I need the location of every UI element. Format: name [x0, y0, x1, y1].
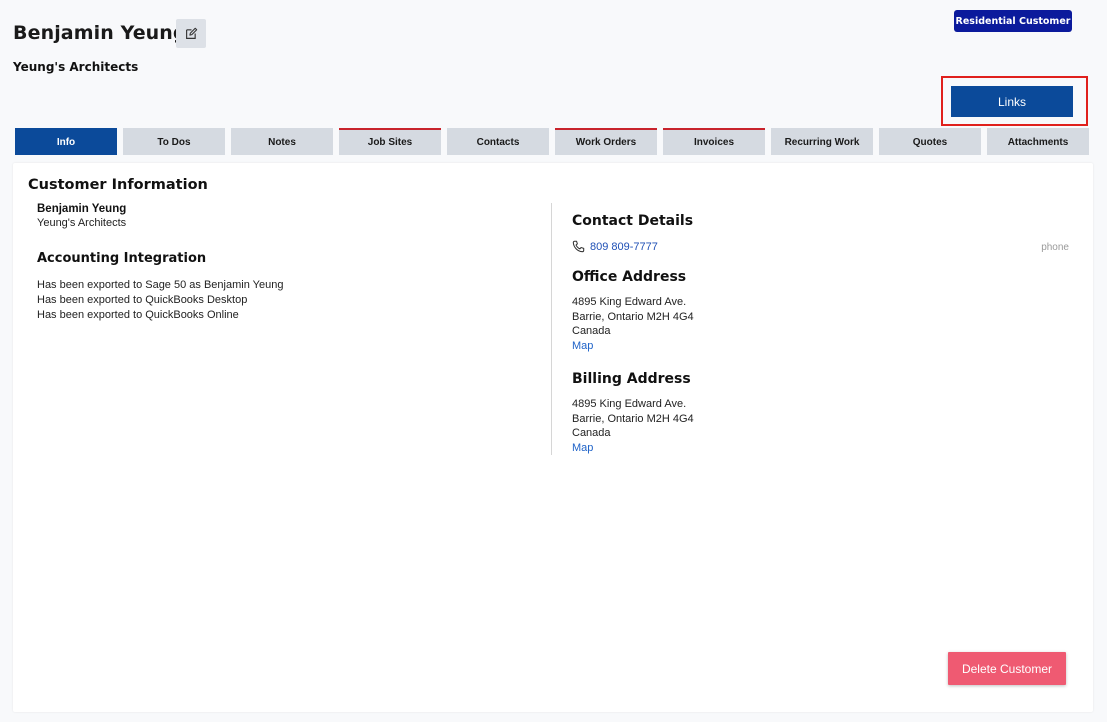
tab-attachments[interactable]: Attachments [987, 128, 1089, 155]
office-address-line: Barrie, Ontario M2H 4G4 [572, 310, 694, 323]
accounting-line: Has been exported to Sage 50 as Benjamin… [37, 279, 284, 291]
column-divider [551, 203, 552, 455]
billing-address-line: 4895 King Edward Ave. [572, 398, 687, 410]
tab-recurring-work[interactable]: Recurring Work [771, 128, 873, 155]
info-left-column: Benjamin Yeung Yeung's Architects Accoun… [37, 203, 537, 323]
tab-invoices[interactable]: Invoices [663, 128, 765, 155]
accounting-line: Has been exported to QuickBooks Desktop [37, 294, 248, 306]
customer-name: Benjamin Yeung [13, 22, 187, 44]
customer-info-panel: Customer Information Benjamin Yeung Yeun… [13, 163, 1093, 712]
phone-icon [572, 240, 586, 254]
accounting-line: Has been exported to QuickBooks Online [37, 309, 239, 321]
phone-number-link[interactable]: 809 809-7777 [590, 241, 658, 253]
company-name: Yeung's Architects [13, 60, 139, 74]
customer-type-badge[interactable]: Residential Customer [954, 10, 1072, 32]
tab-bar: Info To Dos Notes Job Sites Contacts Wor… [15, 128, 1089, 155]
phone-type-label: phone [1041, 242, 1069, 253]
office-address-lines: 4895 King Edward Ave. Barrie, Ontario M2… [572, 295, 1072, 353]
tab-quotes[interactable]: Quotes [879, 128, 981, 155]
links-button[interactable]: Links [951, 86, 1073, 117]
delete-customer-button[interactable]: Delete Customer [948, 652, 1066, 685]
tab-contacts[interactable]: Contacts [447, 128, 549, 155]
office-address-title: Office Address [572, 269, 687, 285]
panel-title: Customer Information [28, 177, 208, 193]
info-customer-name: Benjamin Yeung [37, 203, 127, 215]
tab-to-dos[interactable]: To Dos [123, 128, 225, 155]
billing-address-line: Barrie, Ontario M2H 4G4 [572, 412, 694, 425]
phone-row: 809 809-7777 phone [572, 239, 1072, 255]
accounting-lines: Has been exported to Sage 50 as Benjamin… [37, 278, 537, 323]
office-address-line: Canada [572, 325, 611, 337]
edit-customer-button[interactable] [176, 19, 206, 48]
tab-info[interactable]: Info [15, 128, 117, 155]
billing-address-lines: 4895 King Edward Ave. Barrie, Ontario M2… [572, 397, 1072, 455]
info-company-name: Yeung's Architects [37, 217, 127, 229]
contact-details-title: Contact Details [572, 213, 694, 229]
info-right-column: Contact Details 809 809-7777 phone Offic… [572, 213, 1072, 455]
office-address-line: 4895 King Edward Ave. [572, 296, 687, 308]
billing-address-block: Billing Address 4895 King Edward Ave. Ba… [572, 371, 1072, 455]
tab-job-sites[interactable]: Job Sites [339, 128, 441, 155]
tab-notes[interactable]: Notes [231, 128, 333, 155]
billing-address-title: Billing Address [572, 371, 691, 387]
billing-map-link[interactable]: Map [572, 441, 1072, 456]
office-address-block: Office Address 4895 King Edward Ave. Bar… [572, 269, 1072, 353]
edit-icon [185, 27, 198, 40]
accounting-integration-title: Accounting Integration [37, 251, 207, 266]
billing-address-line: Canada [572, 427, 611, 439]
tab-work-orders[interactable]: Work Orders [555, 128, 657, 155]
office-map-link[interactable]: Map [572, 339, 1072, 354]
